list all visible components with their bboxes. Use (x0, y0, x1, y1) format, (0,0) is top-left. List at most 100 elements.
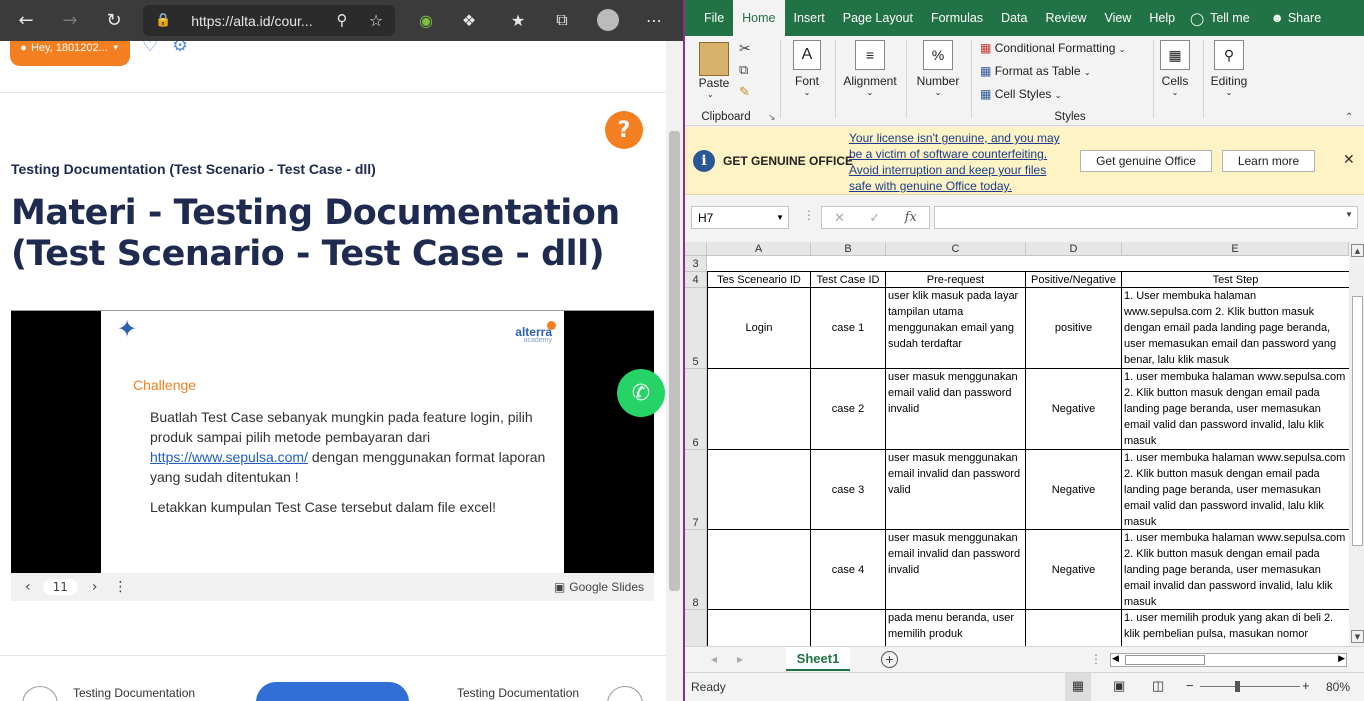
license-message[interactable]: Your license isn't genuine, and you may … (849, 130, 1069, 194)
editing-button[interactable]: Editing (1203, 74, 1255, 88)
table-cell[interactable]: Negative (1026, 369, 1122, 450)
table-cell[interactable]: case 4 (811, 530, 886, 610)
tab-help[interactable]: Help (1140, 11, 1184, 25)
select-all-corner[interactable] (685, 242, 707, 256)
table-cell[interactable]: 1. user membuka halaman www.sepulsa.com … (1122, 530, 1349, 610)
cut-icon[interactable]: ✂ (739, 40, 751, 57)
collapse-ribbon-icon[interactable]: ⌃ (1345, 112, 1353, 123)
favorites-icon[interactable]: ★ (504, 6, 532, 34)
address-bar[interactable]: 🔒 https://alta.id/cour... (143, 5, 395, 36)
page-scrollbar[interactable] (666, 41, 683, 701)
learn-more-button[interactable]: Learn more (1222, 150, 1315, 172)
back-icon[interactable]: ← (12, 6, 40, 34)
table-cell[interactable]: pada menu beranda, user memilih produk (886, 610, 1026, 646)
more-menu-icon[interactable]: ⋯ (640, 6, 668, 34)
collections-icon[interactable]: ⧉ (548, 6, 576, 34)
table-cell[interactable] (811, 610, 886, 646)
share-button[interactable]: Share (1286, 11, 1330, 25)
puzzle-icon[interactable]: ❖ (455, 6, 483, 34)
table-cell[interactable] (707, 610, 811, 646)
grid-vertical-scrollbar[interactable]: ▲ ▼ (1349, 242, 1364, 646)
refresh-icon[interactable]: ↻ (100, 6, 128, 34)
table-cell[interactable]: 1. user memilih produk yang akan di beli… (1122, 610, 1349, 646)
scroll-left-icon[interactable]: ◀ (1112, 653, 1119, 664)
help-button[interactable]: ? (605, 111, 643, 149)
format-painter-icon[interactable]: ✎ (739, 84, 750, 100)
number-chevron-icon[interactable]: ⌄ (911, 88, 965, 97)
slide-link[interactable]: https://www.sepulsa.com/ (150, 449, 308, 465)
add-sheet-icon[interactable]: + (881, 651, 898, 668)
column-header-d[interactable]: D (1026, 242, 1122, 256)
close-icon[interactable]: ✕ (1343, 151, 1355, 168)
expand-formula-icon[interactable]: ▼ (1345, 210, 1353, 219)
alignment-button[interactable]: Alignment (840, 74, 900, 88)
column-header-b[interactable]: B (811, 242, 886, 256)
next-lesson-icon[interactable] (607, 686, 643, 701)
horizontal-scroll-thumb[interactable] (1125, 655, 1205, 665)
search-icon[interactable]: ⚲ (1214, 40, 1244, 70)
page-layout-view-icon[interactable]: ▣ (1113, 678, 1125, 694)
heart-icon[interactable]: ♡ (142, 41, 158, 56)
scroll-down-icon[interactable]: ▼ (1351, 630, 1364, 643)
table-cell[interactable]: user masuk menggunakan email valid dan p… (886, 369, 1026, 450)
insert-function-icon[interactable]: fx (905, 210, 917, 225)
user-greeting-button[interactable]: ● Hey, 1801202... ▼ (10, 41, 130, 66)
enter-icon[interactable]: ✓ (869, 210, 880, 226)
page-scroll-thumb[interactable] (669, 131, 680, 591)
next-sheet-icon[interactable]: ▸ (737, 652, 743, 666)
gear-icon[interactable]: ⚙ (172, 41, 188, 56)
zoom-slider-thumb[interactable] (1235, 681, 1240, 692)
font-button[interactable]: Font (785, 74, 829, 88)
alignment-icon[interactable]: ≡ (855, 40, 885, 70)
empty-row[interactable] (707, 256, 1349, 272)
table-cell[interactable]: Negative (1026, 450, 1122, 530)
column-header-a[interactable]: A (707, 242, 811, 256)
cells-chevron-icon[interactable]: ⌄ (1153, 88, 1197, 97)
horizontal-scrollbar[interactable]: ◀ ▶ (1110, 653, 1347, 667)
name-box[interactable]: H7 ▼ (691, 206, 789, 229)
tab-insert[interactable]: Insert (785, 11, 834, 25)
prev-lesson-icon[interactable] (22, 686, 58, 701)
table-cell[interactable]: Login (707, 288, 811, 369)
zoom-out-icon[interactable]: − (1186, 678, 1194, 693)
tab-formulas[interactable]: Formulas (922, 11, 992, 25)
paste-chevron-icon[interactable]: ⌄ (707, 90, 714, 99)
column-header-c[interactable]: C (886, 242, 1026, 256)
tab-file[interactable]: File (695, 11, 733, 25)
prev-sheet-icon[interactable]: ◂ (711, 652, 717, 666)
next-lesson-title[interactable]: Testing Documentation (457, 686, 579, 700)
table-header-cell[interactable]: Test Case ID (811, 272, 886, 288)
editing-chevron-icon[interactable]: ⌄ (1203, 88, 1255, 97)
zoom-in-icon[interactable]: + (1302, 678, 1310, 693)
table-cell[interactable] (707, 450, 811, 530)
cells-icon[interactable]: ▦ (1160, 40, 1190, 70)
extension-icon[interactable]: ◉ (412, 6, 440, 34)
row-header-8[interactable]: 8 (685, 530, 707, 610)
get-genuine-office-button[interactable]: Get genuine Office (1080, 150, 1212, 172)
font-icon[interactable]: A (793, 40, 821, 70)
prev-lesson-title[interactable]: Testing Documentation (73, 686, 195, 700)
tab-splitter-icon[interactable]: ⋮ (1090, 652, 1102, 666)
sheet-tab-sheet1[interactable]: Sheet1 (786, 647, 850, 671)
formula-input[interactable] (934, 206, 1358, 229)
table-header-cell[interactable]: Pre-request (886, 272, 1026, 288)
next-slide-icon[interactable]: › (92, 579, 98, 595)
grid-scroll-thumb[interactable] (1352, 296, 1363, 546)
row-header-5[interactable]: 5 (685, 288, 707, 369)
table-cell[interactable]: 1. user membuka halaman www.sepulsa.com … (1122, 369, 1349, 450)
font-chevron-icon[interactable]: ⌄ (785, 88, 829, 97)
number-button[interactable]: Number (911, 74, 965, 88)
slide-embed[interactable]: ✦ alterra academy Challenge Buatlah Test… (11, 310, 654, 601)
row-header-7[interactable]: 7 (685, 450, 707, 530)
table-header-cell[interactable]: Positive/Negative (1026, 272, 1122, 288)
scroll-right-icon[interactable]: ▶ (1338, 653, 1345, 664)
slide-menu-icon[interactable]: ⋮ (114, 579, 128, 595)
tab-review[interactable]: Review (1036, 11, 1095, 25)
table-cell[interactable]: user masuk menggunakan email invalid dan… (886, 450, 1026, 530)
row-header-9[interactable] (685, 610, 707, 646)
page-break-view-icon[interactable]: ◫ (1152, 678, 1164, 694)
table-cell[interactable]: 1. User membuka halaman www.sepulsa.com … (1122, 288, 1349, 369)
table-cell[interactable]: case 2 (811, 369, 886, 450)
table-header-cell[interactable]: Test Step (1122, 272, 1349, 288)
worksheet-grid[interactable]: A B C D E 3 4 Tes Sceneario ID Test Case… (685, 242, 1349, 646)
